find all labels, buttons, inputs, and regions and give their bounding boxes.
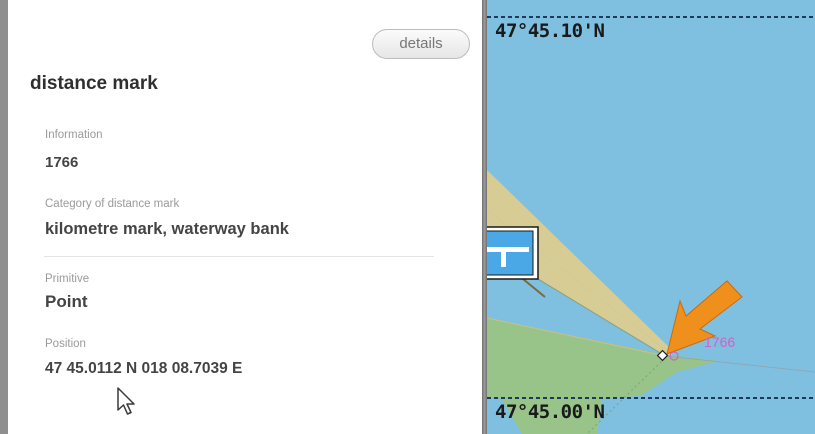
field-label-category: Category of distance mark — [45, 198, 180, 210]
field-value-information: 1766 — [45, 154, 79, 171]
latitude-label-bottom: 47°45.00'N — [495, 401, 605, 423]
mouse-cursor-icon — [117, 387, 135, 415]
field-label-position: Position — [45, 338, 86, 350]
traffic-sign-icon[interactable] — [487, 226, 539, 280]
info-panel: details distance mark Information 1766 C… — [8, 0, 482, 434]
distance-mark-label: 1766 — [704, 334, 736, 350]
chart-map[interactable]: 47°45.10'N 47°45.00'N 1766 — [487, 0, 815, 434]
panel-left-border — [0, 0, 8, 434]
field-value-primitive: Point — [45, 292, 88, 311]
field-label-information: Information — [45, 129, 103, 141]
chart-map-canvas — [487, 0, 815, 434]
panel-title: distance mark — [30, 73, 158, 94]
field-separator — [44, 256, 434, 257]
field-value-category: kilometre mark, waterway bank — [45, 220, 289, 238]
field-value-position: 47 45.0112 N 018 08.7039 E — [45, 360, 243, 377]
details-button[interactable]: details — [372, 29, 470, 59]
field-label-primitive: Primitive — [45, 273, 90, 285]
latitude-label-top: 47°45.10'N — [495, 20, 605, 42]
